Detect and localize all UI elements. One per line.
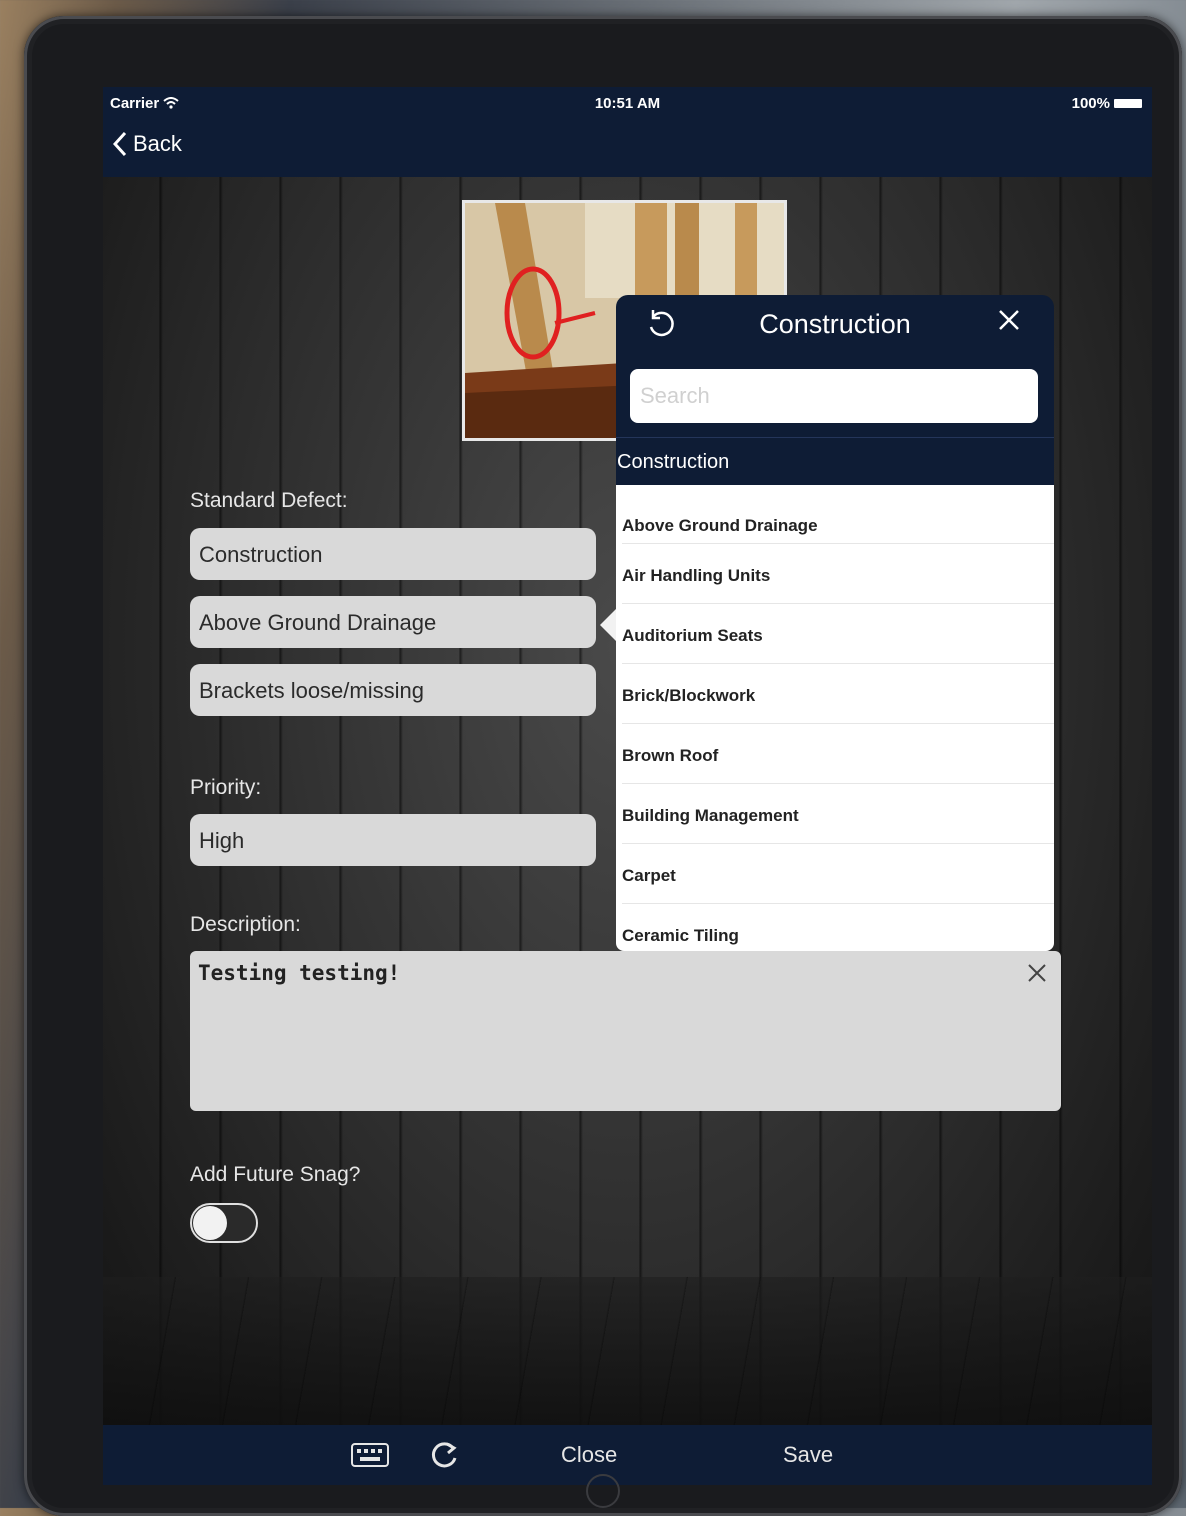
list-item[interactable]: Above Ground Drainage (622, 485, 1054, 544)
refresh-button[interactable] (427, 1425, 461, 1485)
description-input[interactable]: Testing testing! (190, 951, 1061, 1111)
search-input[interactable] (630, 369, 1038, 423)
popover-close-button[interactable] (998, 309, 1020, 336)
save-button[interactable]: Save (783, 1425, 833, 1485)
list-item[interactable]: Brick/Blockwork (622, 664, 1054, 724)
list-item[interactable]: Brown Roof (622, 724, 1054, 784)
back-button[interactable]: Back (113, 131, 182, 157)
battery-status: 100% (1072, 95, 1142, 112)
clear-description-button[interactable] (1027, 963, 1047, 988)
standard-defect-label: Standard Defect: (190, 489, 348, 512)
popover-title: Construction (759, 309, 911, 339)
tablet-frame: Carrier 10:51 AM 100% Back Standard Defe… (24, 16, 1182, 1516)
popover-header: Construction (616, 295, 1054, 437)
popover-arrow (600, 609, 616, 641)
battery-icon (1114, 99, 1142, 108)
list-item[interactable]: Air Handling Units (622, 544, 1054, 604)
list-item[interactable]: Auditorium Seats (622, 604, 1054, 664)
priority-field[interactable]: High (190, 814, 596, 866)
home-button[interactable] (586, 1474, 620, 1508)
close-icon (999, 310, 1019, 330)
bottom-toolbar: Close Save (103, 1425, 1152, 1485)
description-label: Description: (190, 913, 301, 936)
keyboard-button[interactable] (351, 1425, 389, 1485)
close-icon (1028, 964, 1046, 982)
defect-category-field[interactable]: Construction (190, 528, 596, 580)
refresh-icon (431, 1442, 457, 1468)
section-header: Construction (616, 437, 1054, 485)
future-snag-toggle[interactable] (190, 1203, 258, 1243)
keyboard-icon (351, 1443, 389, 1467)
list-item[interactable]: Building Management (622, 784, 1054, 844)
future-snag-label: Add Future Snag? (190, 1163, 361, 1186)
option-list[interactable]: Above Ground Drainage Air Handling Units… (616, 485, 1054, 951)
defect-detail-field[interactable]: Brackets loose/missing (190, 664, 596, 716)
description-text: Testing testing! (198, 961, 401, 985)
back-label: Back (133, 131, 182, 156)
status-bar: Carrier 10:51 AM 100% (103, 95, 1152, 115)
chevron-left-icon (113, 131, 127, 157)
list-item[interactable]: Ceramic Tiling (622, 904, 1054, 951)
construction-picker-popover: Construction Construction Above Ground D… (600, 295, 1054, 951)
list-item[interactable]: Carpet (622, 844, 1054, 904)
defect-subcategory-field[interactable]: Above Ground Drainage (190, 596, 596, 648)
screen: Carrier 10:51 AM 100% Back Standard Defe… (103, 87, 1152, 1485)
clock: 10:51 AM (594, 95, 661, 112)
battery-percent: 100% (1071, 95, 1110, 112)
priority-label: Priority: (190, 776, 262, 799)
toggle-knob (193, 1206, 227, 1240)
navigation-bar: Carrier 10:51 AM 100% Back (103, 87, 1152, 177)
